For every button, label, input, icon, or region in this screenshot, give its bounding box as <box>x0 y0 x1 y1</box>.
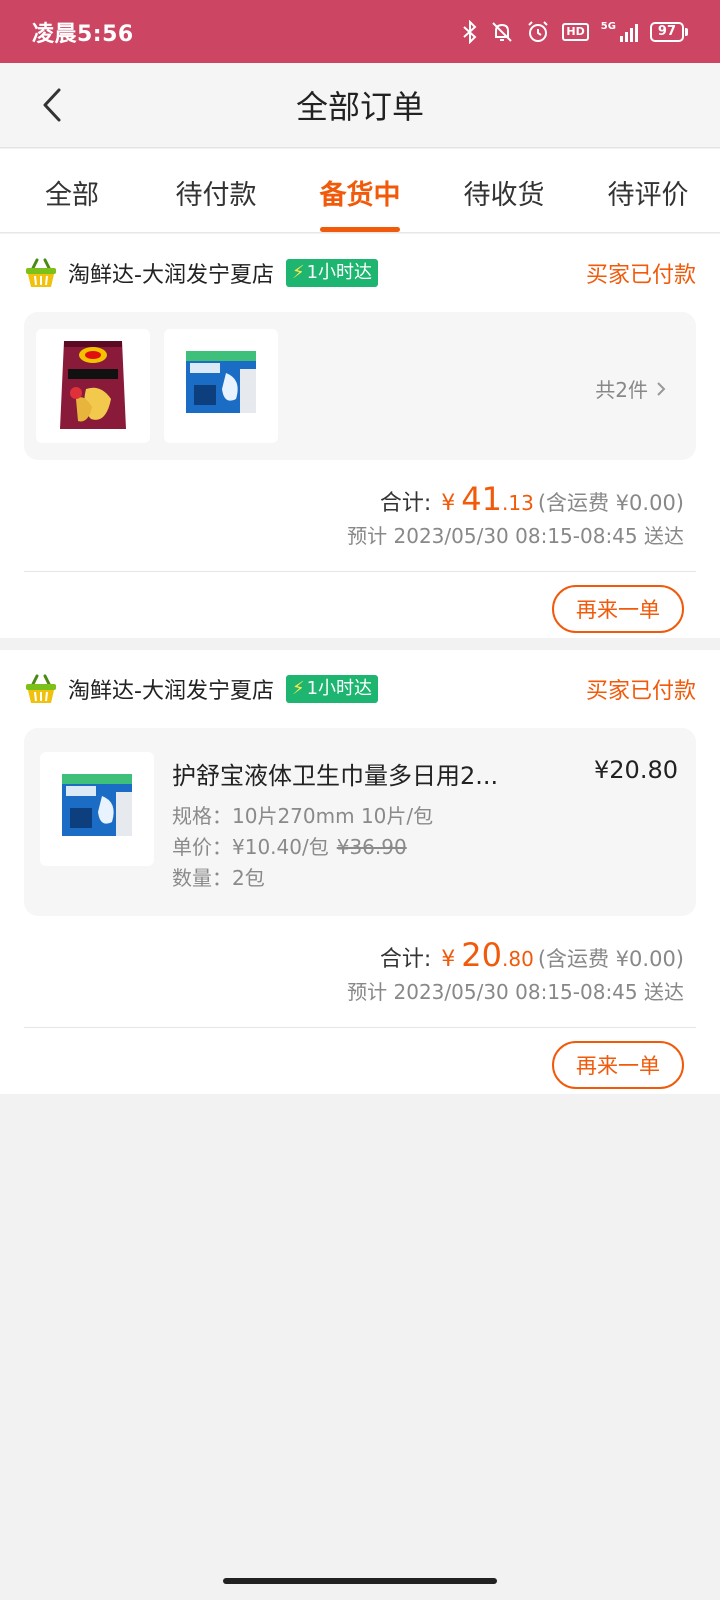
lightning-icon: ⚡ <box>291 678 305 699</box>
nav-bar: 全部订单 <box>0 63 720 148</box>
total-amount-decimal: .80 <box>502 947 534 971</box>
basket-icon <box>26 674 56 703</box>
reorder-button[interactable]: 再来一单 <box>552 1041 684 1089</box>
product-spec: 规格：10片270mm 10片/包 <box>172 804 434 828</box>
shop-name[interactable]: 淘鲜达-大润发宁夏店 <box>68 673 274 705</box>
order-status: 买家已付款 <box>585 263 696 288</box>
total-amount-decimal: .13 <box>502 491 534 515</box>
total-amount-integer: 41 <box>461 480 502 518</box>
status-time: 凌晨5:56 <box>32 21 134 47</box>
order-items[interactable]: 共2件 <box>24 312 696 460</box>
order-tabs: 全部 待付款 备货中 待收货 待评价 <box>0 149 720 233</box>
product-unit-price: 单价：¥10.40/包 ¥36.90 <box>172 835 407 859</box>
total-label: 合计: <box>379 491 432 516</box>
page-title: 全部订单 <box>295 88 424 126</box>
status-bar: 凌晨5:56 HD 5G 97 <box>0 0 720 63</box>
bluetooth-icon <box>462 19 478 44</box>
order-header: 淘鲜达-大润发宁夏店 ⚡ 1小时达 买家已付款 <box>0 234 720 312</box>
signal-icon: 5G <box>600 20 638 42</box>
tab-pending-review[interactable]: 待评价 <box>576 149 720 232</box>
tab-preparing[interactable]: 备货中 <box>288 149 432 232</box>
order-actions: 再来一单 <box>0 1028 720 1102</box>
item-count[interactable]: 共2件 <box>595 374 666 403</box>
basket-icon <box>26 258 56 287</box>
total-line: 合计: ¥ 20 .80 (含运费 ¥0.00) <box>36 936 684 974</box>
original-price: ¥36.90 <box>336 835 407 859</box>
tab-pending-payment[interactable]: 待付款 <box>144 149 288 232</box>
battery-icon: 97 <box>649 21 688 42</box>
total-line: 合计: ¥ 41 .13 (含运费 ¥0.00) <box>36 480 684 518</box>
lightning-icon: ⚡ <box>291 262 305 283</box>
order-card[interactable]: 淘鲜达-大润发宁夏店 ⚡ 1小时达 买家已付款 共2件 合计: ¥ 41 .13… <box>0 234 720 638</box>
product-thumbnail-pads[interactable] <box>40 752 154 866</box>
alarm-icon <box>526 20 550 44</box>
delivery-eta: 预计 2023/05/30 08:15-08:45 送达 <box>347 980 684 1004</box>
order-actions: 再来一单 <box>0 572 720 646</box>
delivery-badge: ⚡ 1小时达 <box>285 259 379 287</box>
delivery-badge: ⚡ 1小时达 <box>285 675 379 703</box>
chevron-left-icon <box>43 88 61 122</box>
order-status: 买家已付款 <box>585 679 696 704</box>
order-totals: 合计: ¥ 41 .13 (含运费 ¥0.00) 预计 2023/05/30 0… <box>0 480 720 549</box>
shipping-fee: (含运费 ¥0.00) <box>537 491 684 515</box>
pads-pack-image <box>62 774 132 836</box>
product-price: ¥20.80 <box>594 756 678 784</box>
tab-all[interactable]: 全部 <box>0 149 144 232</box>
order-card[interactable]: 淘鲜达-大润发宁夏店 ⚡ 1小时达 买家已付款 护舒宝液体卫生巾量多日用2... … <box>0 650 720 1094</box>
order-header: 淘鲜达-大润发宁夏店 ⚡ 1小时达 买家已付款 <box>0 650 720 728</box>
shipping-fee: (含运费 ¥0.00) <box>537 947 684 971</box>
pads-pack-image <box>186 351 256 413</box>
chevron-right-icon <box>657 381 666 396</box>
chips-bag-image <box>60 341 126 429</box>
hd-icon: HD <box>562 22 589 41</box>
total-amount-integer: 20 <box>461 936 502 974</box>
product-quantity: 数量：2包 <box>172 866 265 890</box>
currency-symbol: ¥ <box>441 491 456 516</box>
battery-level: 97 <box>649 21 684 42</box>
delivery-eta: 预计 2023/05/30 08:15-08:45 送达 <box>347 524 684 548</box>
mute-bell-icon <box>490 20 514 44</box>
status-icons: HD 5G 97 <box>462 19 688 44</box>
back-button[interactable] <box>32 83 72 127</box>
active-tab-indicator <box>320 227 400 232</box>
order-totals: 合计: ¥ 20 .80 (含运费 ¥0.00) 预计 2023/05/30 0… <box>0 936 720 1005</box>
total-label: 合计: <box>379 947 432 972</box>
network-label: 5G <box>600 20 616 32</box>
shop-name[interactable]: 淘鲜达-大润发宁夏店 <box>68 257 274 289</box>
order-item[interactable]: 护舒宝液体卫生巾量多日用2... ¥20.80 规格：10片270mm 10片/… <box>24 728 696 916</box>
product-thumbnail-chips[interactable] <box>36 329 150 443</box>
home-indicator[interactable] <box>223 1578 497 1584</box>
product-thumbnail-pads[interactable] <box>164 329 278 443</box>
reorder-button[interactable]: 再来一单 <box>552 585 684 633</box>
currency-symbol: ¥ <box>441 947 456 972</box>
tab-pending-receipt[interactable]: 待收货 <box>432 149 576 232</box>
product-title[interactable]: 护舒宝液体卫生巾量多日用2... <box>172 756 522 791</box>
